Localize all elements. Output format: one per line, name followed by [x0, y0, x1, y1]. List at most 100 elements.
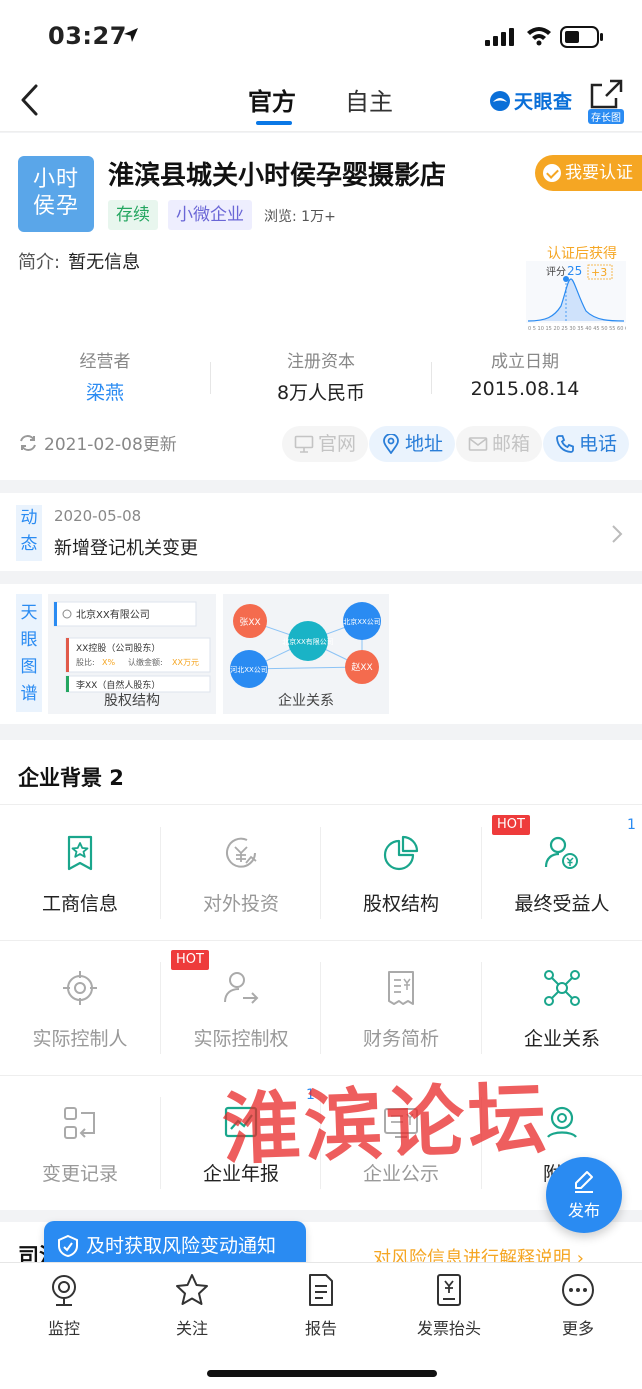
grid-item-equity-structure[interactable]: 股权结构 — [321, 805, 481, 940]
dynamics-date: 2020-05-08 — [54, 507, 142, 525]
phone-button[interactable]: 电话 — [543, 426, 630, 462]
update-info[interactable]: 2021-02-08更新 — [18, 430, 177, 455]
tab-label: 关注 — [175, 1319, 208, 1338]
save-long-image-button[interactable]: 存长图 — [588, 78, 628, 124]
stat-label: 注册资本 — [287, 352, 355, 372]
company-stats: 经营者 梁燕 注册资本 8万人民币 成立日期 2015.08.14 — [0, 347, 642, 407]
status-bar: 03:27 — [0, 0, 642, 70]
stat-value: 2015.08.14 — [470, 378, 580, 400]
brand-eye-icon — [490, 90, 510, 111]
stat-value: 8万人民币 — [276, 382, 366, 404]
tab-follow[interactable]: 关注 — [128, 1273, 256, 1339]
back-arrow-icon[interactable] — [16, 82, 46, 118]
investment-icon — [226, 837, 257, 868]
grid-item-label: 变更记录 — [41, 1163, 118, 1185]
relation-node: 张XX — [239, 617, 260, 628]
mail-icon — [468, 437, 488, 451]
score-label: 评分 — [546, 266, 566, 278]
publish-fab[interactable]: 发布 — [546, 1157, 622, 1233]
equity-company: 北京XX有限公司 — [76, 608, 150, 621]
grid-item-change-record[interactable]: 变更记录 — [0, 1075, 160, 1210]
divider — [320, 827, 321, 919]
grid-item-actual-control[interactable]: HOT 实际控制权 — [161, 940, 321, 1075]
app-page: 03:27 官方 自主 天眼查 存长图 小时 侯孕 淮滨县城关小时侯孕婴摄影店 … — [0, 0, 642, 1389]
pen-icon — [575, 1171, 593, 1193]
tab-self[interactable]: 自主 — [345, 82, 393, 117]
tab-report[interactable]: 报告 — [257, 1273, 385, 1339]
battery-icon — [560, 26, 603, 48]
relation-node: 河北XX公司 — [230, 666, 268, 674]
fab-label: 发布 — [567, 1201, 600, 1220]
divider — [160, 1097, 161, 1189]
dynamics-label: 动态 — [16, 505, 42, 561]
hot-badge: HOT — [492, 815, 530, 835]
equity-amount-label: 认缴金额: — [128, 657, 163, 667]
tianyancha-logo: 天眼查 — [489, 87, 573, 114]
active-tab-indicator — [256, 121, 292, 125]
equity-structure-thumbnail[interactable]: 北京XX有限公司 XX控股（公司股东） 股比: X% 认缴金额: XX万元 李X… — [48, 594, 216, 714]
equity-ratio-label: 股比: — [76, 657, 95, 667]
location-icon — [383, 434, 399, 454]
count-badge: 1 — [627, 817, 636, 833]
dynamics-row[interactable]: 动态 2020-05-08 新增登记机关变更 — [0, 493, 642, 571]
check-icon — [543, 164, 561, 182]
relation-node: 北京XX公司 — [343, 617, 381, 626]
refresh-icon — [20, 434, 36, 451]
intro-value: 暂无信息 — [68, 252, 141, 273]
website-button[interactable]: 官网 — [282, 426, 369, 462]
divider — [0, 940, 642, 941]
shield-bell-icon — [58, 1234, 78, 1258]
view-count: 浏览: 1万+ — [264, 209, 336, 225]
grid-item-label: 工商信息 — [41, 893, 118, 915]
grid-item-enterprise-relations[interactable]: 企业关系 — [482, 940, 642, 1075]
tab-invoice[interactable]: 发票抬头 — [385, 1273, 513, 1339]
tab-monitor[interactable]: 监控 — [0, 1273, 128, 1339]
website-label: 官网 — [318, 433, 357, 455]
grid-item-actual-controller[interactable]: 实际控制人 — [0, 940, 160, 1075]
equity-caption: 股权结构 — [104, 693, 160, 709]
forum-watermark: 淮滨论坛 — [220, 1073, 552, 1176]
address-label: 地址 — [405, 433, 444, 455]
grid-item-ultimate-beneficiary[interactable]: HOT 1 最终受益人 — [482, 805, 642, 940]
email-button[interactable]: 邮箱 — [456, 426, 543, 462]
monitor-icon — [294, 435, 314, 453]
score-distribution-chart[interactable]: 评分 25 +3 0 5 10 15 20 25 30 35 40 45 50 … — [526, 261, 626, 331]
operator-link[interactable]: 梁燕 — [0, 378, 210, 405]
certify-button[interactable]: 我要认证 — [535, 155, 642, 191]
tab-label: 发票抬头 — [416, 1319, 481, 1338]
company-card: 小时 侯孕 淮滨县城关小时侯孕婴摄影店 我要认证 存续 小微企业 浏览: 1万+… — [0, 133, 642, 480]
address-button[interactable]: 地址 — [369, 426, 456, 462]
tab-label: 监控 — [47, 1319, 80, 1338]
id-card-star-icon — [67, 835, 93, 871]
company-logo: 小时 侯孕 — [18, 156, 94, 232]
grid-item-label: 实际控制人 — [32, 1028, 128, 1050]
section-title: 企业背景 2 — [18, 766, 124, 790]
relation-node: 赵XX — [351, 661, 372, 673]
share-export-icon — [590, 79, 623, 109]
divider — [481, 827, 482, 919]
target-icon — [63, 971, 97, 1005]
grid-item-business-info[interactable]: 工商信息 — [0, 805, 160, 940]
divider — [160, 827, 161, 919]
tab-more[interactable]: 更多 — [514, 1273, 642, 1339]
control-icon — [224, 972, 259, 1004]
scale-badge: 小微企业 — [168, 200, 252, 230]
divider — [210, 362, 211, 394]
equity-ratio: X% — [102, 658, 115, 667]
equity-diagram: 北京XX有限公司 XX控股（公司股东） 股比: X% 认缴金额: XX万元 李X… — [53, 601, 211, 693]
logo-line-2: 侯孕 — [32, 194, 79, 219]
enterprise-relation-thumbnail[interactable]: 张XX 北京XX有限公司 北京XX公司 河北XX公司 赵XX 企业关系 — [223, 594, 389, 714]
grid-item-label: 财务简析 — [362, 1028, 439, 1050]
change-record-icon — [64, 1107, 95, 1139]
company-name: 淮滨县城关小时侯孕婴摄影店 — [108, 161, 447, 191]
tab-official[interactable]: 官方 — [248, 82, 296, 117]
phone-icon — [556, 435, 574, 453]
grid-item-finance-analysis[interactable]: 财务简析 — [321, 940, 481, 1075]
status-time: 03:27 — [48, 22, 127, 50]
score-value: 25 — [567, 264, 582, 278]
grid-item-investment[interactable]: 对外投资 — [161, 805, 321, 940]
wifi-icon — [527, 27, 551, 46]
network-icon — [544, 970, 580, 1006]
update-date: 2021-02-08更新 — [44, 435, 177, 455]
bottom-tab-bar: 监控 关注 报告 发票抬头 更多 — [0, 1262, 642, 1389]
